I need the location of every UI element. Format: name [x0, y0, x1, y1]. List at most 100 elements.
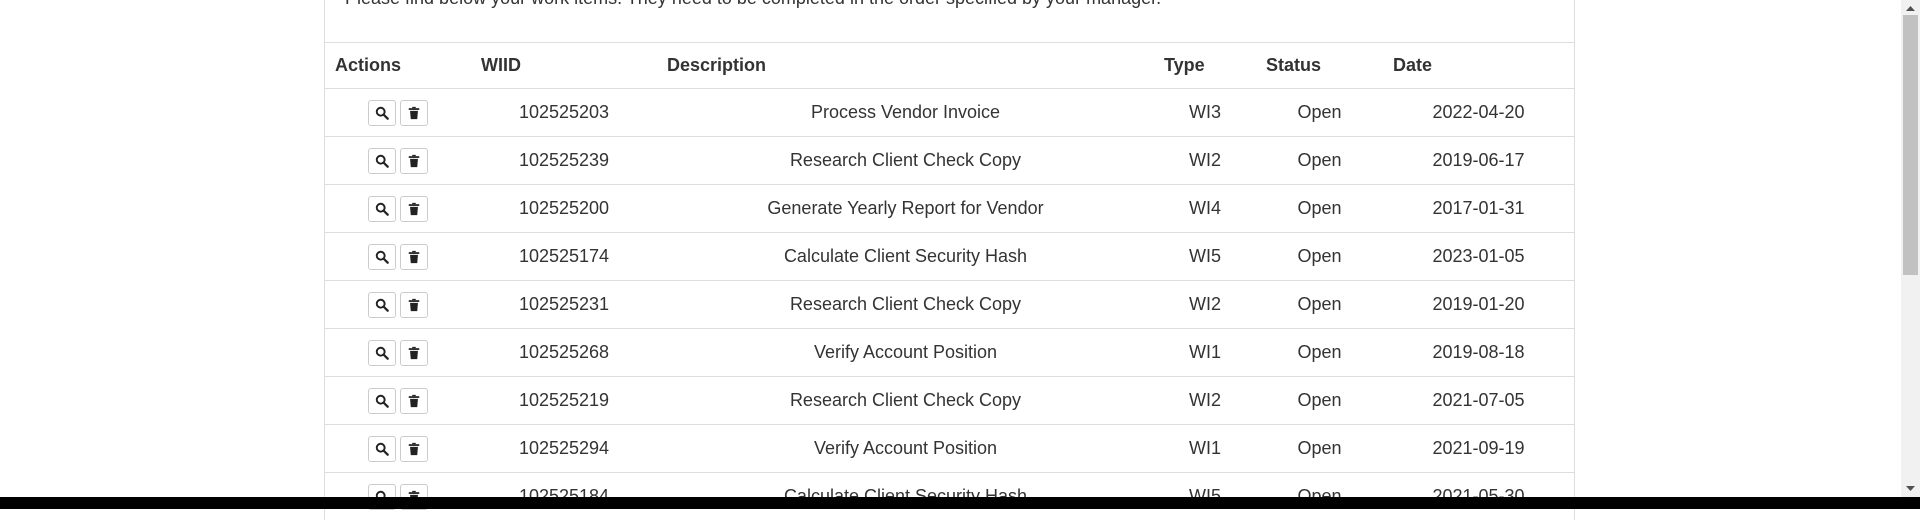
- cell-type: WI5: [1154, 233, 1256, 281]
- trash-icon: [407, 394, 421, 408]
- cell-wiid: 102525294: [471, 425, 657, 473]
- view-button[interactable]: [368, 292, 396, 318]
- cell-description: Calculate Client Security Hash: [657, 233, 1154, 281]
- cell-date: 2021-09-19: [1383, 425, 1574, 473]
- view-button[interactable]: [368, 388, 396, 414]
- cell-status: Open: [1256, 233, 1383, 281]
- trash-icon: [407, 202, 421, 216]
- trash-icon: [407, 298, 421, 312]
- scrollbar-thumb[interactable]: [1903, 15, 1918, 275]
- cell-status: Open: [1256, 425, 1383, 473]
- intro-text: Please find below your work items. They …: [345, 0, 1161, 9]
- trash-icon: [407, 250, 421, 264]
- table-row: 102525219Research Client Check CopyWI2Op…: [325, 377, 1574, 425]
- cell-wiid: 102525203: [471, 89, 657, 137]
- row-actions: [325, 233, 471, 281]
- row-actions: [325, 425, 471, 473]
- table-row: 102525294Verify Account PositionWI1Open2…: [325, 425, 1574, 473]
- scroll-down-arrow-icon[interactable]: [1901, 480, 1920, 497]
- cell-type: WI2: [1154, 281, 1256, 329]
- cell-date: 2019-08-18: [1383, 329, 1574, 377]
- cell-description: Verify Account Position: [657, 425, 1154, 473]
- delete-button[interactable]: [400, 388, 428, 414]
- cell-date: 2019-01-20: [1383, 281, 1574, 329]
- cell-type: WI1: [1154, 425, 1256, 473]
- trash-icon: [407, 346, 421, 360]
- trash-icon: [407, 442, 421, 456]
- row-actions: [325, 137, 471, 185]
- table-row: 102525174Calculate Client Security HashW…: [325, 233, 1574, 281]
- cell-description: Generate Yearly Report for Vendor: [657, 185, 1154, 233]
- cell-type: WI3: [1154, 89, 1256, 137]
- row-actions: [325, 377, 471, 425]
- cell-date: 2022-04-20: [1383, 89, 1574, 137]
- search-icon: [375, 202, 389, 216]
- cell-description: Research Client Check Copy: [657, 281, 1154, 329]
- delete-button[interactable]: [400, 148, 428, 174]
- cell-wiid: 102525200: [471, 185, 657, 233]
- cell-type: WI2: [1154, 137, 1256, 185]
- cell-wiid: 102525219: [471, 377, 657, 425]
- table-row: 102525239Research Client Check CopyWI2Op…: [325, 137, 1574, 185]
- delete-button[interactable]: [400, 292, 428, 318]
- search-icon: [375, 154, 389, 168]
- cell-status: Open: [1256, 89, 1383, 137]
- header-type: Type: [1154, 43, 1256, 89]
- cell-wiid: 102525239: [471, 137, 657, 185]
- search-icon: [375, 442, 389, 456]
- table-row: 102525231Research Client Check CopyWI2Op…: [325, 281, 1574, 329]
- cell-wiid: 102525231: [471, 281, 657, 329]
- row-actions: [325, 89, 471, 137]
- row-actions: [325, 329, 471, 377]
- delete-button[interactable]: [400, 196, 428, 222]
- header-wiid: WIID: [471, 43, 657, 89]
- view-button[interactable]: [368, 100, 396, 126]
- cell-status: Open: [1256, 281, 1383, 329]
- cell-date: 2021-07-05: [1383, 377, 1574, 425]
- delete-button[interactable]: [400, 340, 428, 366]
- view-button[interactable]: [368, 436, 396, 462]
- view-button[interactable]: [368, 340, 396, 366]
- cell-type: WI4: [1154, 185, 1256, 233]
- view-button[interactable]: [368, 196, 396, 222]
- trash-icon: [407, 106, 421, 120]
- cell-status: Open: [1256, 137, 1383, 185]
- cell-date: 2017-01-31: [1383, 185, 1574, 233]
- bottom-edge-bar: [0, 497, 1920, 509]
- search-icon: [375, 106, 389, 120]
- cell-description: Verify Account Position: [657, 329, 1154, 377]
- row-actions: [325, 281, 471, 329]
- search-icon: [375, 298, 389, 312]
- header-date: Date: [1383, 43, 1574, 89]
- view-button[interactable]: [368, 244, 396, 270]
- cell-status: Open: [1256, 329, 1383, 377]
- search-icon: [375, 346, 389, 360]
- table-header-row: Actions WIID Description Type Status Dat…: [325, 43, 1574, 89]
- header-description: Description: [657, 43, 1154, 89]
- row-actions: [325, 185, 471, 233]
- view-button[interactable]: [368, 148, 396, 174]
- cell-type: WI2: [1154, 377, 1256, 425]
- cell-date: 2019-06-17: [1383, 137, 1574, 185]
- cell-wiid: 102525174: [471, 233, 657, 281]
- cell-date: 2023-01-05: [1383, 233, 1574, 281]
- work-items-table: Actions WIID Description Type Status Dat…: [325, 42, 1574, 520]
- header-status: Status: [1256, 43, 1383, 89]
- cell-description: Research Client Check Copy: [657, 137, 1154, 185]
- work-items-panel: Please find below your work items. They …: [324, 0, 1575, 520]
- cell-description: Process Vendor Invoice: [657, 89, 1154, 137]
- search-icon: [375, 394, 389, 408]
- header-actions: Actions: [325, 43, 471, 89]
- delete-button[interactable]: [400, 100, 428, 126]
- vertical-scrollbar[interactable]: [1901, 0, 1920, 509]
- cell-description: Research Client Check Copy: [657, 377, 1154, 425]
- table-row: 102525268Verify Account PositionWI1Open2…: [325, 329, 1574, 377]
- cell-status: Open: [1256, 377, 1383, 425]
- trash-icon: [407, 154, 421, 168]
- table-row: 102525200Generate Yearly Report for Vend…: [325, 185, 1574, 233]
- delete-button[interactable]: [400, 436, 428, 462]
- search-icon: [375, 250, 389, 264]
- cell-wiid: 102525268: [471, 329, 657, 377]
- delete-button[interactable]: [400, 244, 428, 270]
- cell-status: Open: [1256, 185, 1383, 233]
